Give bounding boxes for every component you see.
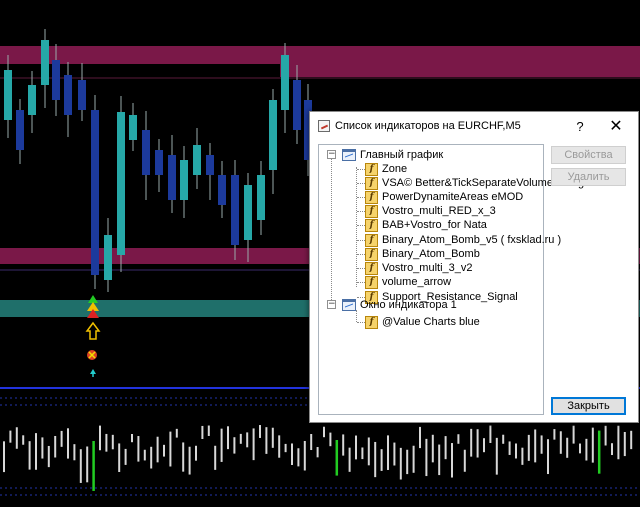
help-button[interactable]: ? [568, 118, 592, 136]
tree-branch [357, 240, 365, 241]
candle [16, 110, 24, 150]
tree-node-indicator-window[interactable]: Окно индикатора 1 [360, 299, 457, 312]
indicator-icon: f [365, 248, 378, 261]
candle [180, 160, 188, 200]
tree-branch [357, 169, 365, 170]
tree-branch [357, 297, 365, 298]
indicator-icon: f [365, 205, 378, 218]
candle [206, 155, 214, 175]
resistance-zone-upper [0, 46, 640, 64]
tree-connector-root [331, 159, 332, 302]
candle [257, 175, 265, 220]
dialog-title: Список индикаторов на EURCHF,M5 [335, 120, 521, 132]
resistance-zone-upper-2 [280, 62, 640, 77]
tree-branch [357, 282, 365, 283]
candle [41, 40, 49, 85]
indicator-icon: f [365, 316, 378, 329]
indicator-icon: f [365, 177, 378, 190]
tree-branch [357, 225, 365, 226]
tree-item-powerdynamite[interactable]: PowerDynamiteAreas eMOD [382, 191, 523, 204]
candle [218, 175, 226, 205]
candle [244, 185, 252, 240]
candle [91, 110, 99, 275]
main-chart-icon [342, 149, 356, 161]
candle [231, 175, 239, 245]
tree-connector-sub [356, 310, 357, 322]
close-button[interactable]: Закрыть [551, 397, 626, 415]
tree-item-zone[interactable]: Zone [382, 163, 407, 176]
tree-branch [357, 183, 365, 184]
candle [168, 155, 176, 200]
tree-branch [357, 268, 365, 269]
sub-window-icon [342, 299, 356, 311]
candle [28, 85, 36, 115]
indicators-dialog[interactable]: Список индикаторов на EURCHF,M5 ? ✕ − Гл… [309, 111, 639, 423]
tree-branch [357, 254, 365, 255]
dialog-titlebar[interactable]: Список индикаторов на EURCHF,M5 ? ✕ [310, 112, 638, 140]
properties-button[interactable]: Свойства [551, 146, 626, 164]
candle [4, 70, 12, 120]
tree-branch [357, 197, 365, 198]
tree-item-binary-atom-v5[interactable]: Binary_Atom_Bomb_v5 ( fxsklad.ru ) [382, 234, 561, 247]
tree-item-binary-atom[interactable]: Binary_Atom_Bomb [382, 248, 480, 261]
tree-item-vostro-multi-3[interactable]: Vostro_multi_3_v2 [382, 262, 473, 275]
indicator-icon: f [365, 191, 378, 204]
candle [64, 75, 72, 115]
candle [193, 145, 201, 175]
delete-button[interactable]: Удалить [551, 168, 626, 186]
candle [129, 115, 137, 140]
candle [293, 80, 301, 130]
main-chart-expander[interactable]: − [327, 150, 336, 159]
tree-branch [357, 211, 365, 212]
indicator-icon: f [365, 234, 378, 247]
candle [117, 112, 125, 255]
tree-item-volume-arrow[interactable]: volume_arrow [382, 276, 451, 289]
candle [52, 60, 60, 100]
candle [104, 235, 112, 280]
candle [78, 80, 86, 110]
sub-window-expander[interactable]: − [327, 300, 336, 309]
indicator-icon: f [365, 219, 378, 232]
candle [155, 150, 163, 175]
tree-branch [357, 322, 365, 323]
tree-item-vostro-red[interactable]: Vostro_multi_RED_x_3 [382, 205, 496, 218]
candle [281, 55, 289, 110]
tree-node-main-chart[interactable]: Главный график [360, 149, 443, 162]
indicator-icon: f [365, 163, 378, 176]
indicator-icon: f [365, 276, 378, 289]
tree-item-value-charts[interactable]: @Value Charts blue [382, 316, 480, 329]
indicator-tree[interactable]: − Главный график f Zone f VSA© Better&Ti… [318, 144, 603, 415]
tree-item-bab-vostro[interactable]: BAB+Vostro_for Nata [382, 219, 487, 232]
indicator-icon: f [365, 262, 378, 275]
tree-connector-main [356, 167, 357, 287]
indicator-list-icon [318, 120, 330, 132]
candle [269, 100, 277, 170]
candle [142, 130, 150, 175]
close-icon[interactable]: ✕ [604, 118, 628, 136]
